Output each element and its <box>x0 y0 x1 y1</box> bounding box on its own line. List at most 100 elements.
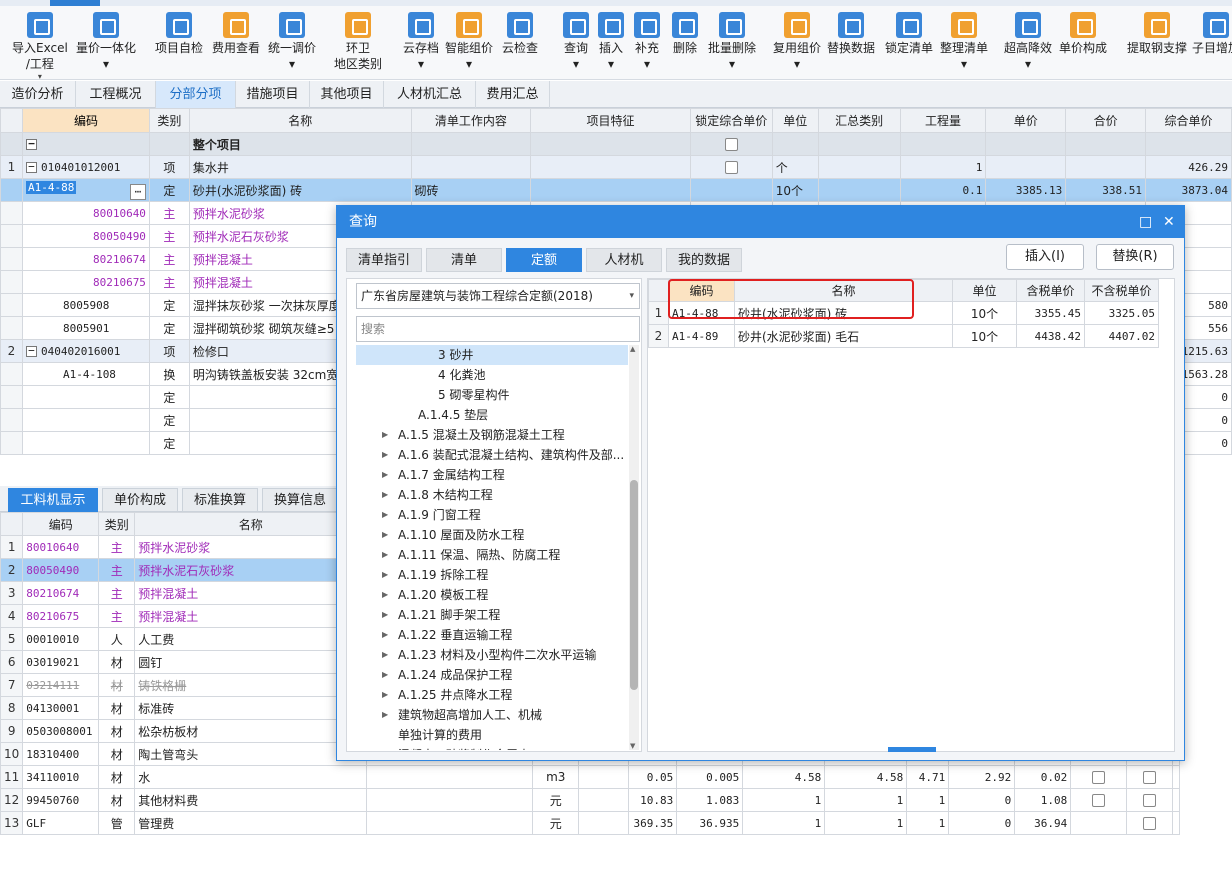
code-cell[interactable]: 80010640 <box>22 535 100 559</box>
tree-node[interactable]: 混凝土、砂浆制作金属表 <box>356 745 628 750</box>
value-cell[interactable]: 10.83 <box>628 788 678 812</box>
flag-cell[interactable] <box>1172 765 1181 789</box>
ribbon-button-17[interactable]: 整理清单 ▾ <box>940 12 988 72</box>
replace-button[interactable]: 替换(R) <box>1096 244 1174 270</box>
insert-button[interactable]: 插入(I) <box>1006 244 1084 270</box>
work-cell[interactable] <box>410 132 532 156</box>
tree-node[interactable]: ▶ 建筑物超高增加人工、机械 <box>356 705 628 725</box>
result-column-header[interactable]: 单位 <box>952 279 1017 302</box>
scroll-thumb[interactable] <box>630 480 638 690</box>
close-icon[interactable]: ✕ <box>1163 206 1175 238</box>
tree-node[interactable]: ▶ A.1.19 拆除工程 <box>356 565 628 585</box>
expand-icon[interactable]: ▶ <box>382 665 388 685</box>
ribbon-button-2[interactable]: 项目自检 <box>155 12 203 56</box>
name-cell[interactable]: 集水井 <box>188 155 412 179</box>
ribbon-button-12[interactable]: 删除 <box>672 12 698 56</box>
value-cell[interactable]: 1 <box>906 788 950 812</box>
name-cell[interactable]: 其他材料费 <box>134 788 368 812</box>
expand-icon[interactable]: ▶ <box>382 445 388 465</box>
tree-node[interactable]: ▶ A.1.5 混凝土及钢筋混凝土工程 <box>356 425 628 445</box>
detail-tab-1[interactable]: 单价构成 <box>102 488 178 512</box>
table-row[interactable]: 1−010401012001 项集水井个 1 426.29 <box>0 155 1232 179</box>
column-header[interactable]: 单位 <box>771 108 819 133</box>
tab-6[interactable]: 费用汇总 <box>476 81 550 108</box>
work-cell[interactable]: 砌砖 <box>410 178 532 202</box>
ribbon-button-7[interactable]: 智能组价 ▾ <box>445 12 493 72</box>
tab-2[interactable]: 分部分项 <box>156 81 236 108</box>
ribbon-button-11[interactable]: 补充 ▾ <box>634 12 660 72</box>
code-cell[interactable]: 34110010 <box>22 765 100 789</box>
column-header[interactable]: 综合单价 <box>1145 108 1232 133</box>
name-cell[interactable]: 陶土管弯头 <box>134 742 368 766</box>
column-header[interactable]: 名称 <box>134 512 368 536</box>
ribbon-button-13[interactable]: 批量删除 ▾ <box>708 12 756 72</box>
ribbon-button-16[interactable]: 锁定清单 <box>885 12 933 56</box>
tab-5[interactable]: 人材机汇总 <box>384 81 476 108</box>
category-cell[interactable] <box>817 132 901 156</box>
collapse-icon[interactable]: − <box>25 138 37 150</box>
value-cell[interactable]: 0.02 <box>1014 765 1072 789</box>
tree-node[interactable]: ▶ A.1.23 材料及小型构件二次水平运输 <box>356 645 628 665</box>
code-cell[interactable]: GLF <box>22 811 100 835</box>
row-checkbox[interactable] <box>1092 771 1106 784</box>
tree-node[interactable]: ▶ A.1.10 屋面及防水工程 <box>356 525 628 545</box>
expand-icon[interactable]: ▶ <box>382 685 388 705</box>
ribbon-button-20[interactable]: 提取钢支撑 <box>1127 12 1187 56</box>
tree-node[interactable]: A.1.4.5 垫层 <box>356 405 628 425</box>
value-cell[interactable]: 1.08 <box>1014 788 1072 812</box>
name-cell[interactable]: 水 <box>134 765 368 789</box>
collapse-icon[interactable]: − <box>25 345 37 357</box>
scroll-up-icon[interactable]: ▲ <box>630 345 635 353</box>
panel-splitter[interactable] <box>888 747 936 752</box>
restore-icon[interactable]: □ <box>1139 206 1152 238</box>
value-cell[interactable]: 0.05 <box>628 765 678 789</box>
column-header[interactable]: 清单工作内容 <box>410 108 532 133</box>
code-cell[interactable]: 80210674 <box>21 247 150 271</box>
column-header[interactable]: 锁定综合单价 <box>689 108 773 133</box>
column-header[interactable] <box>0 512 24 536</box>
detail-tab-3[interactable]: 换算信息 <box>262 488 338 512</box>
value-cell[interactable]: 1 <box>742 811 826 835</box>
ribbon-button-4[interactable]: 统一调价 ▾ <box>268 12 316 72</box>
tree-node[interactable]: 3 砂井 <box>356 345 628 365</box>
value-cell[interactable]: 1 <box>742 788 826 812</box>
collapse-icon[interactable]: − <box>25 161 37 173</box>
name-cell[interactable]: 砂井(水泥砂浆面) 砖 <box>188 178 412 202</box>
unit-cell[interactable]: 10个 <box>771 178 819 202</box>
code-cell[interactable]: 80210675 <box>21 270 150 294</box>
unit-cell[interactable]: 个 <box>771 155 819 179</box>
expand-icon[interactable]: ▶ <box>382 525 388 545</box>
qty-cell[interactable] <box>899 132 987 156</box>
dialog-tab-2[interactable]: 定额 <box>506 248 582 272</box>
result-column-header[interactable]: 含税单价 <box>1016 279 1085 302</box>
code-cell[interactable]: − <box>21 132 150 156</box>
value-cell[interactable]: 1 <box>824 811 908 835</box>
ribbon-button-6[interactable]: 云存档 ▾ <box>403 12 439 72</box>
spec-cell[interactable] <box>366 811 534 835</box>
result-row[interactable]: 2 A1-4-89 砂井(水泥砂浆面) 毛石 10个 4438.42 4407.02 <box>648 324 1159 348</box>
code-cell[interactable] <box>21 385 150 409</box>
name-cell[interactable]: 预拌水泥石灰砂浆 <box>134 558 368 582</box>
tab-3[interactable]: 措施项目 <box>236 81 310 108</box>
name-cell[interactable]: 人工费 <box>134 627 368 651</box>
table-row[interactable]: 13 GLF 管管理费元 369.35 36.935 1 1 1 0 36.94 <box>0 811 1181 835</box>
tree-node[interactable]: 4 化粪池 <box>356 365 628 385</box>
result-name[interactable]: 砂井(水泥砂浆面) 毛石 <box>734 324 953 348</box>
feature-cell[interactable] <box>530 132 691 156</box>
table-row[interactable]: 12 99450760 材其他材料费元 10.83 1.083 1 1 1 0 1.08 <box>0 788 1181 812</box>
dialog-tab-4[interactable]: 我的数据 <box>666 248 742 272</box>
column-header[interactable]: 编码 <box>22 512 100 536</box>
value-cell[interactable]: 0 <box>948 811 1016 835</box>
table-row[interactable]: A1-4-88 ⋯ 定砂井(水泥砂浆面) 砖砌砖 10个 0.1 3385.13 338.5… <box>0 178 1232 202</box>
category-cell[interactable] <box>817 155 901 179</box>
fixed-qty-cell[interactable] <box>1126 811 1174 835</box>
tab-4[interactable]: 其他项目 <box>310 81 384 108</box>
lock-checkbox[interactable] <box>724 138 738 151</box>
value-cell[interactable]: 2.92 <box>948 765 1016 789</box>
value-cell[interactable]: 1 <box>824 788 908 812</box>
code-cell[interactable]: A1-4-88 ⋯ <box>21 178 150 202</box>
code-cell[interactable]: 8005908 <box>21 293 150 317</box>
result-column-header[interactable]: 不含税单价 <box>1084 279 1159 302</box>
tree-node[interactable]: ▶ A.1.25 井点降水工程 <box>356 685 628 705</box>
column-header[interactable]: 编码 <box>21 108 150 133</box>
